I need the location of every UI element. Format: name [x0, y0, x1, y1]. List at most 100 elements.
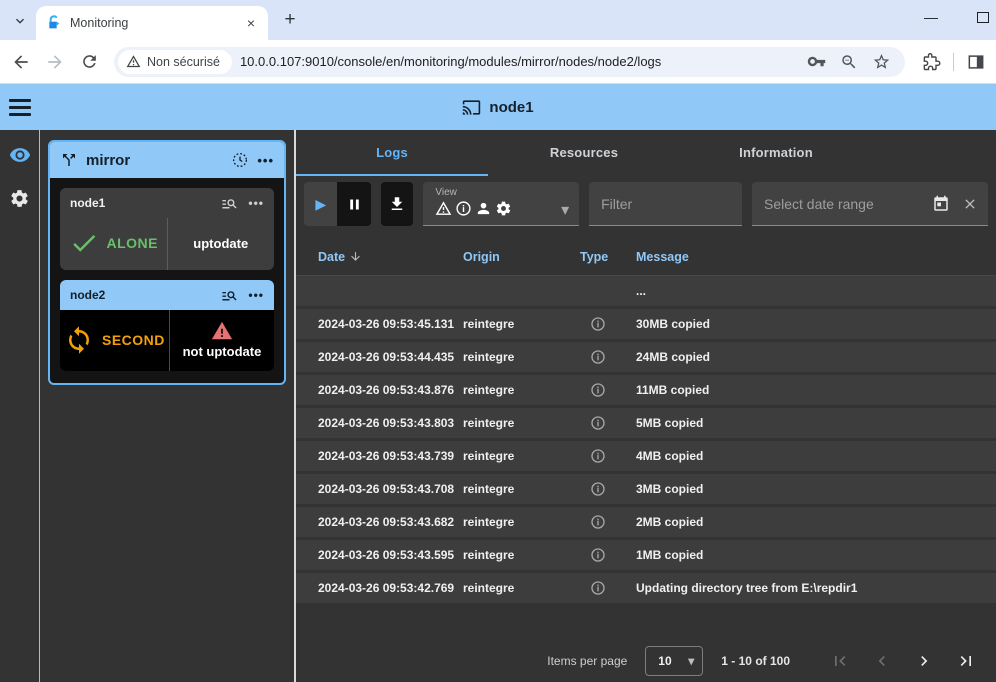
log-table-row[interactable]: 2024-03-26 09:53:43.682 reintegre 2MB co… [296, 507, 996, 540]
info-icon[interactable] [590, 547, 606, 563]
side-panel-icon[interactable] [966, 52, 986, 72]
previous-page-button[interactable] [866, 645, 898, 677]
window-minimize-button[interactable]: — [918, 4, 944, 30]
menu-button[interactable] [0, 84, 40, 130]
info-icon[interactable] [590, 448, 606, 464]
column-header-type[interactable]: Type [580, 250, 636, 264]
log-table-row[interactable]: 2024-03-26 09:53:44.435 reintegre 24MB c… [296, 342, 996, 375]
app-body: mirror ••• node1 ••• [0, 130, 996, 682]
log-table-row[interactable]: 2024-03-26 09:53:43.739 reintegre 4MB co… [296, 441, 996, 474]
toolbar-divider [953, 53, 954, 71]
info-icon[interactable] [590, 349, 606, 365]
info-icon[interactable] [590, 415, 606, 431]
browser-tab-monitoring[interactable]: Monitoring × [36, 6, 268, 40]
column-header-origin[interactable]: Origin [463, 250, 580, 264]
tab-search-button[interactable] [6, 7, 34, 35]
tab-close-icon[interactable]: × [242, 14, 260, 32]
browser-tab-strip: Monitoring × + — [0, 0, 996, 40]
view-select-label: View [435, 187, 571, 198]
node2-search-logs-icon[interactable] [221, 287, 238, 304]
column-header-date[interactable]: Date [296, 250, 463, 264]
log-table-row[interactable]: 2024-03-26 09:53:43.876 reintegre 11MB c… [296, 375, 996, 408]
info-icon[interactable] [590, 382, 606, 398]
settings-gear-icon[interactable] [9, 188, 30, 209]
node1-card[interactable]: node1 ••• ALONE uptodate [60, 188, 274, 270]
log-table-row[interactable]: 2024-03-26 09:53:43.803 reintegre 5MB co… [296, 408, 996, 441]
next-page-button[interactable] [908, 645, 940, 677]
site-favicon [46, 15, 62, 31]
node2-name: node2 [70, 288, 211, 302]
tab-logs[interactable]: Logs [296, 130, 488, 176]
bookmark-star-icon[interactable] [872, 52, 891, 71]
log-date-cell: 2024-03-26 09:53:43.876 [296, 383, 463, 397]
security-chip[interactable]: Non sécurisé [118, 50, 232, 74]
page-range-label: 1 - 10 of 100 [721, 654, 790, 668]
zoom-out-icon[interactable] [840, 53, 858, 71]
log-table-row[interactable]: 2024-03-26 09:53:42.769 reintegre Updati… [296, 573, 996, 606]
node2-body: SECOND not uptodate [60, 310, 274, 371]
browser-action-icons [913, 52, 986, 72]
filter-input[interactable] [589, 196, 742, 212]
address-bar[interactable]: Non sécurisé 10.0.0.107:9010/console/en/… [114, 47, 905, 77]
info-icon[interactable] [590, 481, 606, 497]
node1-sync: uptodate [167, 218, 275, 270]
tab-title: Monitoring [70, 16, 234, 30]
play-button[interactable]: ▶ [304, 182, 337, 226]
log-origin-cell: reintegre [463, 581, 580, 595]
cast-icon [462, 98, 481, 117]
check-icon [69, 228, 99, 258]
play-icon: ▶ [315, 196, 326, 213]
calendar-icon[interactable] [932, 195, 950, 213]
node1-name: node1 [70, 196, 211, 210]
info-icon[interactable] [590, 316, 606, 332]
download-logs-button[interactable] [381, 182, 414, 226]
tab-information[interactable]: Information [680, 130, 872, 176]
log-type-cell [580, 580, 636, 596]
log-table-row[interactable]: 2024-03-26 09:53:43.595 reintegre 1MB co… [296, 540, 996, 573]
info-type-icon [455, 200, 472, 217]
reload-button[interactable] [74, 47, 104, 77]
window-maximize-button[interactable] [966, 4, 992, 30]
first-page-button[interactable] [824, 645, 856, 677]
log-table-row[interactable]: ... [296, 276, 996, 309]
monitor-eye-icon[interactable] [9, 144, 31, 166]
log-origin-cell: reintegre [463, 515, 580, 529]
filter-field [589, 182, 742, 226]
log-type-cell [580, 316, 636, 332]
log-date-cell: 2024-03-26 09:53:43.682 [296, 515, 463, 529]
history-clock-icon[interactable] [231, 151, 249, 169]
log-table-row[interactable]: 2024-03-26 09:53:43.708 reintegre 3MB co… [296, 474, 996, 507]
forward-button[interactable] [40, 47, 70, 77]
tab-resources[interactable]: Resources [488, 130, 680, 176]
browser-window: Monitoring × + — Non sécurisé 10.0.0.107… [0, 0, 996, 682]
pause-icon [346, 196, 363, 213]
new-tab-button[interactable]: + [276, 6, 304, 34]
password-key-icon[interactable] [807, 52, 826, 71]
node1-search-logs-icon[interactable] [221, 195, 238, 212]
view-filter-select[interactable]: View ▾ [423, 182, 579, 226]
info-icon[interactable] [590, 580, 606, 596]
sort-desc-icon [349, 250, 362, 263]
date-range-input[interactable] [752, 196, 932, 212]
info-icon[interactable] [590, 514, 606, 530]
page-size-select[interactable]: 10 ▾ [645, 646, 703, 676]
column-header-message[interactable]: Message [636, 250, 996, 264]
back-button[interactable] [6, 47, 36, 77]
omnibox-icons [807, 52, 895, 71]
node2-more-icon[interactable]: ••• [248, 288, 264, 302]
clear-date-icon[interactable] [962, 196, 978, 212]
node1-more-icon[interactable]: ••• [248, 196, 264, 210]
log-date-cell: 2024-03-26 09:53:43.595 [296, 548, 463, 562]
node1-body: ALONE uptodate [60, 218, 274, 270]
last-page-button[interactable] [950, 645, 982, 677]
log-message-cell: ... [636, 284, 996, 298]
pagination-bar: Items per page 10 ▾ 1 - 10 of 100 [296, 640, 996, 682]
mirror-module-card[interactable]: mirror ••• node1 ••• [48, 140, 286, 385]
fork-icon [60, 151, 78, 169]
module-more-icon[interactable]: ••• [257, 153, 274, 168]
extensions-icon[interactable] [921, 52, 941, 72]
log-table-row[interactable]: 2024-03-26 09:53:45.131 reintegre 30MB c… [296, 309, 996, 342]
node2-card[interactable]: node2 ••• SECOND [60, 280, 274, 371]
pause-button[interactable] [337, 182, 370, 226]
log-type-cell [580, 283, 636, 299]
